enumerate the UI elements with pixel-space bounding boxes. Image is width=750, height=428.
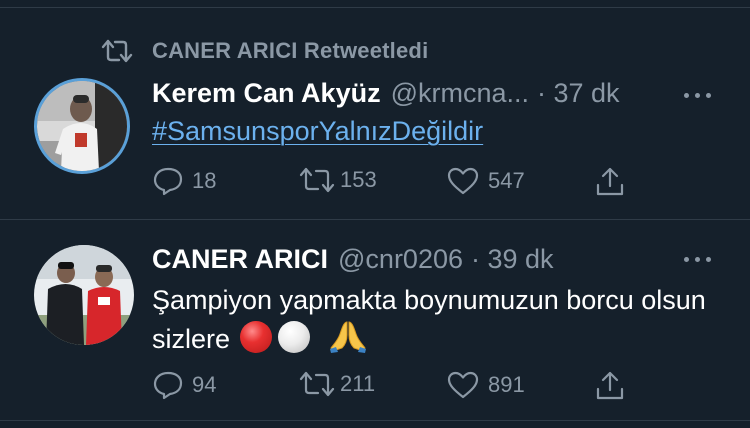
tweet-actions: 18 153 547 [152, 166, 632, 198]
white-circle-emoji [278, 321, 311, 353]
share-button[interactable] [594, 166, 626, 198]
reply-count: 94 [192, 372, 217, 397]
tweet-header: CANER ARICI @cnr0206 · 39 dk [152, 243, 554, 275]
avatar[interactable] [34, 245, 134, 345]
author-name[interactable]: Kerem Can Akyüz [152, 78, 381, 109]
retweet-banner[interactable]: CANER ARICI Retweetledi [100, 36, 428, 66]
share-button[interactable] [594, 370, 626, 402]
like-button[interactable]: 891 [446, 370, 525, 400]
bottom-divider [0, 420, 750, 421]
share-icon [596, 167, 624, 196]
top-divider [0, 7, 750, 8]
like-count: 547 [488, 168, 525, 193]
like-button[interactable]: 547 [446, 166, 525, 196]
red-circle-emoji [240, 321, 273, 353]
author-name[interactable]: CANER ARICI [152, 244, 328, 275]
share-icon [596, 371, 624, 400]
tweet-actions: 94 211 891 [152, 370, 632, 402]
avatar-photo [34, 245, 134, 345]
author-handle[interactable]: @krmcna... [391, 78, 529, 109]
retweet-icon [101, 39, 133, 63]
reply-icon [153, 371, 183, 400]
retweet-icon [299, 371, 335, 397]
like-icon [447, 371, 479, 399]
reply-button[interactable]: 94 [152, 370, 216, 400]
more-icon[interactable] [684, 254, 714, 264]
tweet-time[interactable]: · 39 dk [471, 244, 554, 275]
reply-count: 18 [192, 168, 217, 193]
like-icon [447, 167, 479, 195]
author-handle[interactable]: @cnr0206 [338, 244, 463, 275]
retweet-count: 211 [340, 371, 376, 396]
more-icon[interactable] [684, 90, 714, 100]
tweet-text: Şampiyon yapmakta boynumuzun borcu olsun… [152, 282, 712, 357]
retweet-button[interactable]: 153 [298, 166, 377, 194]
retweet-icon [299, 167, 335, 193]
avatar-photo [37, 81, 127, 171]
avatar[interactable] [34, 78, 130, 174]
tweet-divider [0, 219, 750, 220]
reply-button[interactable]: 18 [152, 166, 216, 196]
praying-hands-emoji [330, 321, 367, 353]
retweet-button[interactable]: 211 [298, 370, 375, 398]
hashtag-link[interactable]: #SamsunsporYalnızDeğildir [152, 116, 483, 147]
tweet-header: Kerem Can Akyüz @krmcna... · 37 dk [152, 77, 620, 109]
like-count: 891 [488, 372, 525, 397]
retweet-count: 153 [340, 167, 377, 192]
retweet-banner-text: CANER ARICI Retweetledi [152, 38, 429, 63]
reply-icon [153, 167, 183, 196]
tweet-text-content: Şampiyon yapmakta boynumuzun borcu olsun… [152, 285, 706, 354]
tweet-time[interactable]: · 37 dk [537, 78, 620, 109]
